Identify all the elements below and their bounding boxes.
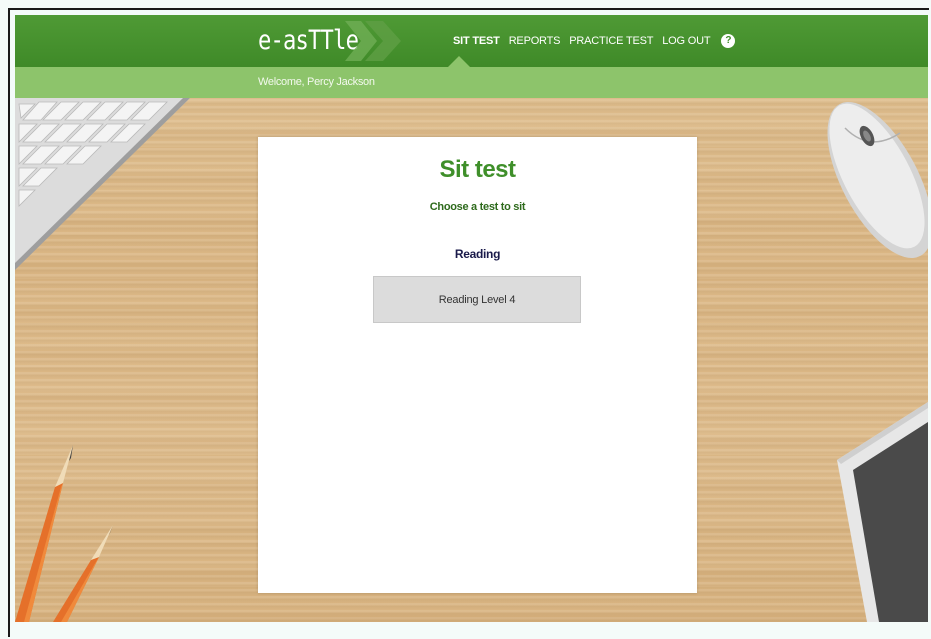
main-nav: SIT TEST REPORTS PRACTICE TEST LOG OUT ? (453, 33, 736, 49)
page-subtitle: Choose a test to sit (429, 201, 526, 213)
content-panel: Sit test Choose a test to sit Reading Re… (258, 137, 697, 593)
active-tab-pointer (448, 56, 470, 67)
chevron-arrows-icon (345, 21, 401, 61)
tablet-decoration (837, 402, 928, 622)
pencils-decoration (15, 445, 113, 622)
keyboard-decoration (15, 98, 190, 270)
nav-practice-test[interactable]: PRACTICE TEST (569, 35, 653, 47)
test-button-reading-level-4[interactable]: Reading Level 4 (373, 276, 581, 323)
page-title: Sit test (439, 156, 516, 183)
computer-mouse-decoration (827, 101, 928, 259)
nav-log-out[interactable]: LOG OUT (662, 35, 710, 47)
section-heading-reading: Reading (454, 247, 501, 261)
nav-sit-test[interactable]: SIT TEST (453, 35, 500, 47)
welcome-message: Welcome, Percy Jackson (258, 76, 375, 88)
top-navigation-bar: e-asTTle SIT TEST REPORTS PRACTICE TEST … (15, 15, 928, 67)
help-icon[interactable]: ? (721, 34, 736, 48)
welcome-bar: Welcome, Percy Jackson (15, 67, 928, 98)
nav-reports[interactable]: REPORTS (509, 35, 561, 47)
app-screen: e-asTTle SIT TEST REPORTS PRACTICE TEST … (15, 15, 928, 622)
app-logo[interactable]: e-asTTle (258, 22, 359, 60)
